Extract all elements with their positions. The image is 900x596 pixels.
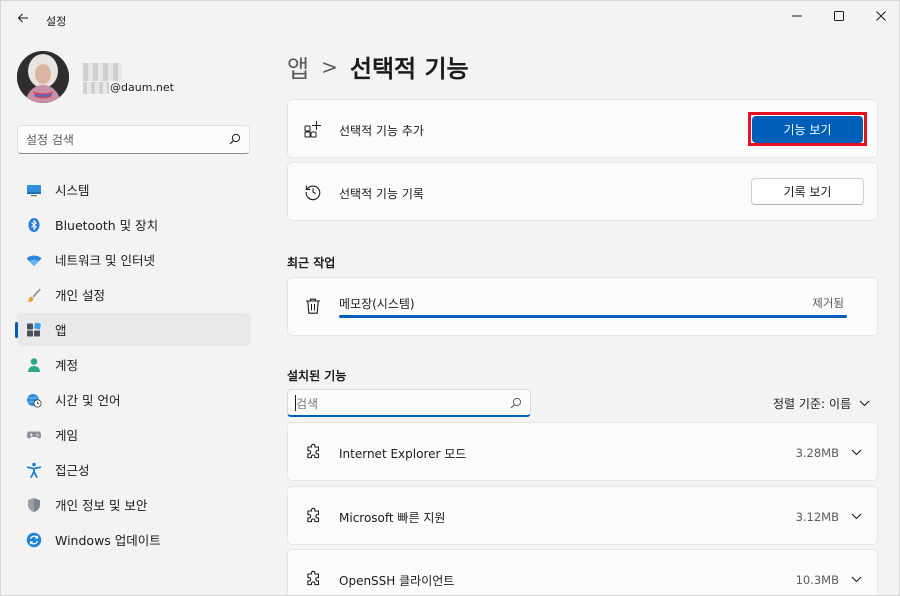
person-icon [28, 358, 40, 372]
wifi-icon [26, 255, 42, 266]
add-feature-label: 선택적 기능 추가 [339, 124, 424, 138]
back-button[interactable] [9, 7, 37, 29]
active-indicator [15, 322, 18, 338]
sidebar-item-label: 시간 및 언어 [55, 393, 121, 408]
sidebar-item-label: 계정 [55, 358, 79, 373]
avatar-image [17, 51, 69, 103]
email-redacted [83, 81, 109, 94]
breadcrumb: 앱 > 선택적 기능 [287, 49, 469, 84]
puzzle-icon [307, 570, 320, 586]
user-email: @daum.net [110, 81, 174, 94]
installed-features-search-box[interactable] [287, 389, 531, 417]
close-icon [876, 11, 886, 21]
sort-value: 이름 [829, 397, 852, 411]
gamepad-icon [27, 431, 41, 439]
chevron-down-icon[interactable] [851, 449, 862, 456]
feature-size: 10.3MB [795, 573, 839, 587]
sidebar-item-network[interactable]: 네트워크 및 인터넷 [17, 243, 251, 276]
settings-search-box[interactable] [17, 125, 250, 154]
chevron-down-icon [859, 400, 870, 407]
progress-bar [339, 315, 847, 318]
sidebar-item-privacy-security[interactable]: 개인 정보 및 보안 [17, 488, 251, 521]
sort-dropdown[interactable]: 정렬 기준: 이름 [773, 395, 870, 412]
bluetooth-icon [28, 218, 40, 232]
installed-features-heading: 설치된 기능 [287, 369, 347, 383]
feature-name: Microsoft 빠른 지원 [339, 511, 446, 525]
sidebar-item-label: Bluetooth 및 장치 [55, 218, 159, 233]
feature-row[interactable]: Internet Explorer 모드 3.28MB [287, 422, 878, 481]
feature-row[interactable]: Microsoft 빠른 지원 3.12MB [287, 486, 878, 545]
back-arrow-icon [17, 13, 28, 23]
sidebar-item-bluetooth[interactable]: Bluetooth 및 장치 [17, 208, 251, 241]
sidebar-item-accessibility[interactable]: 접근성 [17, 453, 251, 486]
feature-size: 3.12MB [795, 510, 839, 524]
feature-row[interactable]: OpenSSH 클라이언트 10.3MB [287, 549, 878, 595]
user-name-redacted [83, 63, 121, 81]
sidebar-item-label: Windows 업데이트 [55, 533, 161, 548]
breadcrumb-separator: > [321, 54, 338, 79]
sidebar-item-personalization[interactable]: 개인 설정 [17, 278, 251, 311]
close-button[interactable] [858, 1, 899, 31]
sidebar-item-time-language[interactable]: 시간 및 언어 [17, 383, 251, 416]
page-title: 선택적 기능 [349, 55, 469, 83]
user-email-row: @daum.net [83, 81, 174, 94]
apps-icon [27, 322, 41, 337]
feature-size: 3.28MB [795, 446, 839, 460]
breadcrumb-parent-link[interactable]: 앱 [287, 49, 309, 84]
puzzle-icon [307, 443, 320, 459]
sidebar-item-label: 네트워크 및 인터넷 [55, 253, 155, 268]
add-feature-icon [304, 121, 321, 138]
view-history-button[interactable]: 기록 보기 [751, 178, 864, 205]
recent-item-label: 메모장(시스템) [339, 297, 415, 311]
sidebar-item-apps[interactable]: 앱 [15, 313, 251, 346]
feature-name: Internet Explorer 모드 [339, 447, 467, 461]
app-title: 설정 [46, 15, 67, 28]
sidebar-item-gaming[interactable]: 게임 [17, 418, 251, 451]
feature-name: OpenSSH 클라이언트 [339, 574, 455, 588]
puzzle-icon [307, 507, 320, 523]
update-icon [26, 532, 42, 548]
settings-search-input[interactable] [26, 131, 216, 149]
minimize-button[interactable] [774, 1, 820, 31]
recent-actions-heading: 최근 작업 [287, 256, 336, 270]
sort-label: 정렬 기준: [773, 397, 826, 411]
sidebar-item-label: 게임 [55, 428, 79, 443]
sidebar-item-windows-update[interactable]: Windows 업데이트 [17, 523, 251, 556]
paintbrush-icon [27, 288, 41, 302]
search-icon [229, 133, 241, 145]
maximize-button[interactable] [816, 1, 862, 31]
title-bar: 설정 [1, 1, 899, 33]
feature-history-card: 선택적 기능 기록 기록 보기 [287, 162, 878, 221]
installed-features-search-input[interactable] [296, 395, 496, 412]
globe-clock-icon [27, 394, 42, 408]
sidebar-item-accounts[interactable]: 계정 [17, 348, 251, 381]
avatar[interactable] [17, 51, 69, 103]
progress-fill [339, 315, 847, 318]
sidebar-item-label: 접근성 [55, 463, 90, 478]
shield-icon [28, 498, 40, 512]
feature-history-label: 선택적 기능 기록 [339, 187, 424, 201]
recent-action-card: 메모장(시스템) 제거됨 [287, 277, 878, 336]
add-feature-card: 선택적 기능 추가 기능 보기 [287, 99, 878, 158]
history-icon [305, 185, 321, 201]
settings-window: 설정 @daum.net 설정 검색 시스템 Bluetooth 및 장치 네트… [0, 0, 900, 596]
monitor-icon [27, 185, 41, 197]
sidebar-item-label: 개인 정보 및 보안 [55, 498, 148, 513]
sidebar-item-label: 시스템 [55, 183, 90, 198]
minimize-icon [792, 15, 802, 17]
sidebar-nav: 시스템 Bluetooth 및 장치 네트워크 및 인터넷 개인 설정 앱 계정… [15, 173, 251, 558]
sidebar-item-label: 앱 [55, 323, 67, 338]
recent-item-status: 제거됨 [812, 296, 844, 310]
sidebar-item-label: 개인 설정 [55, 288, 105, 303]
accessibility-icon [26, 462, 42, 478]
chevron-down-icon[interactable] [851, 513, 862, 520]
search-icon [510, 397, 522, 409]
maximize-icon [834, 11, 844, 21]
sidebar-item-system[interactable]: 시스템 [17, 173, 251, 206]
trash-icon [306, 298, 320, 314]
view-features-button[interactable]: 기능 보기 [752, 116, 863, 143]
chevron-down-icon[interactable] [851, 576, 862, 583]
